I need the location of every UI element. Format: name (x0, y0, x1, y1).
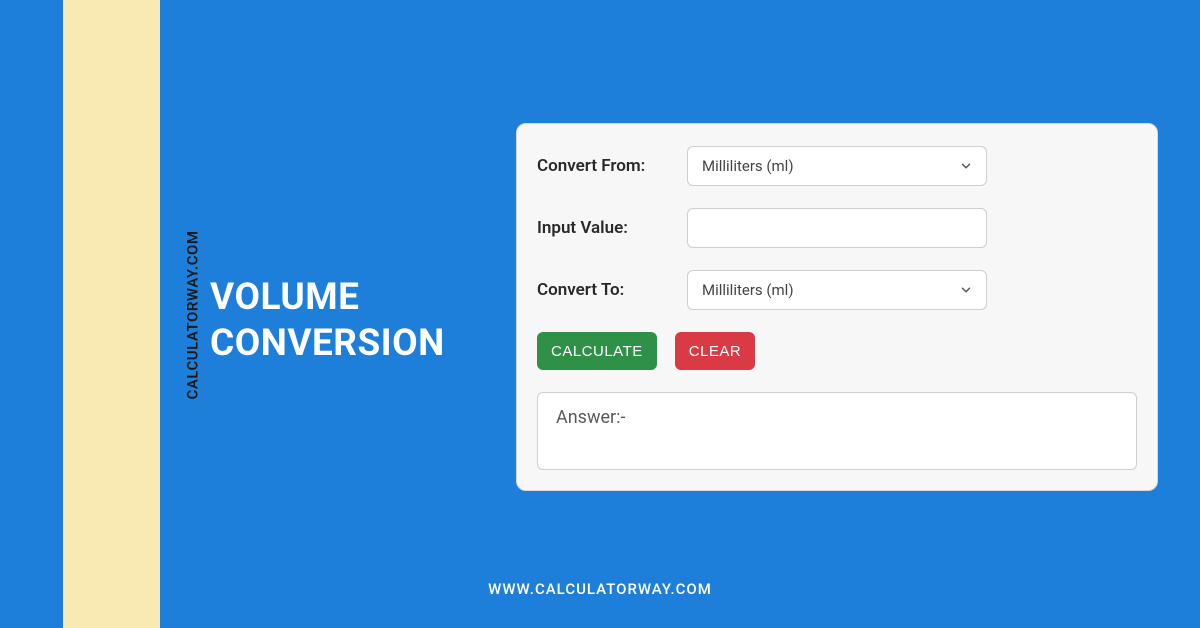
input-value-field[interactable] (687, 208, 987, 248)
row-input-value: Input Value: (537, 208, 1137, 248)
answer-box: Answer:- (537, 392, 1137, 470)
yellow-stripe (63, 0, 160, 628)
row-convert-to: Convert To: Milliliters (ml) (537, 270, 1137, 310)
row-convert-from: Convert From: Milliliters (ml) (537, 146, 1137, 186)
converter-card: Convert From: Milliliters (ml) Input Val… (516, 123, 1158, 491)
button-row: CALCULATE CLEAR (537, 332, 1137, 370)
label-input-value: Input Value: (537, 218, 687, 238)
brand-vertical: CALCULATORWAY.COM (183, 231, 201, 400)
select-value-convert-to: Milliliters (ml) (687, 270, 987, 310)
footer-url: WWW.CALCULATORWAY.COM (488, 580, 712, 598)
label-convert-from: Convert From: (537, 156, 687, 176)
calculate-button[interactable]: CALCULATE (537, 332, 657, 370)
page-title: VOLUME CONVERSION (210, 275, 445, 368)
select-convert-from[interactable]: Milliliters (ml) (687, 146, 987, 186)
answer-label: Answer:- (556, 407, 625, 428)
clear-button[interactable]: CLEAR (675, 332, 756, 370)
select-convert-to[interactable]: Milliliters (ml) (687, 270, 987, 310)
title-line-1: VOLUME (210, 275, 445, 321)
select-value-convert-from: Milliliters (ml) (687, 146, 987, 186)
label-convert-to: Convert To: (537, 280, 687, 300)
title-line-2: CONVERSION (210, 321, 445, 367)
